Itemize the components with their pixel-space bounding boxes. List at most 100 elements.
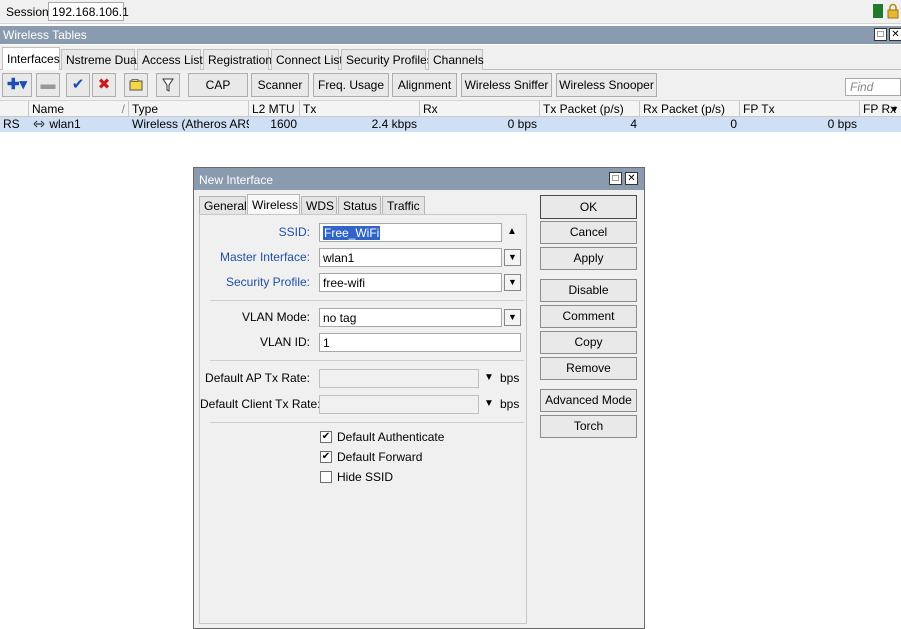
column-header-rx-packet[interactable]: Rx Packet (p/s)	[640, 101, 740, 117]
window-title: Wireless Tables	[3, 28, 87, 42]
security-profile-label: Security Profile:	[225, 275, 310, 289]
master-interface-label: Master Interface:	[219, 250, 310, 264]
column-header-type[interactable]: Type	[129, 101, 249, 117]
dialog-tab-wds[interactable]: WDS	[301, 196, 337, 215]
new-interface-dialog: New Interface □ ✕ General Wireless WDS S…	[193, 167, 645, 629]
column-header-tx[interactable]: Tx	[300, 101, 420, 117]
column-header-tx-packet[interactable]: Tx Packet (p/s)	[540, 101, 640, 117]
vlan-mode-dropdown-icon[interactable]: ▼	[504, 309, 521, 326]
table-header: Name / Type L2 MTU Tx Rx Tx Packet (p/s) …	[0, 100, 901, 117]
column-header-fp-rx[interactable]: FP Rx ▼	[860, 101, 901, 117]
session-bar: Session: 192.168.106.1	[0, 0, 901, 24]
row-tx-packet: 4	[630, 117, 637, 131]
default-client-tx-rate-dropdown-icon[interactable]: ▼	[484, 398, 494, 409]
default-ap-tx-rate-label: Default AP Tx Rate:	[205, 371, 310, 385]
add-icon[interactable]: ✚▾	[2, 73, 32, 97]
default-client-tx-rate-unit: bps	[500, 397, 520, 411]
security-profile-dropdown-icon[interactable]: ▼	[504, 274, 521, 291]
cap-button[interactable]: CAP	[188, 73, 248, 97]
tab-nstreme-dual[interactable]: Nstreme Dual	[61, 49, 139, 70]
hide-ssid-checkbox[interactable]	[320, 471, 332, 483]
close-button[interactable]: ✕	[889, 28, 901, 41]
session-label: Session:	[6, 5, 53, 19]
tabs-row: Interfaces Nstreme Dual Access List Regi…	[0, 45, 901, 71]
wireless-snooper-button[interactable]: Wireless Snooper	[556, 73, 657, 97]
tab-registration[interactable]: Registration	[203, 49, 272, 70]
connection-status-icon	[873, 4, 883, 18]
row-tx: 2.4 kbps	[371, 117, 417, 131]
lock-icon	[887, 3, 899, 19]
flags-column-header[interactable]	[0, 101, 29, 117]
cancel-button[interactable]: Cancel	[540, 221, 637, 244]
remove-icon[interactable]: ▬	[36, 73, 60, 97]
default-ap-tx-rate-input[interactable]	[319, 369, 479, 388]
wireless-settings-panel: SSID: Free_WiFi ▲ Master Interface: wlan…	[199, 214, 527, 624]
ssid-collapse-icon[interactable]: ▲	[507, 226, 517, 237]
row-name: wlan1	[29, 117, 129, 132]
freq-usage-button[interactable]: Freq. Usage	[313, 73, 389, 97]
separator	[210, 422, 524, 423]
row-l2mtu: 1600	[270, 117, 297, 131]
default-ap-tx-rate-dropdown-icon[interactable]: ▼	[484, 372, 494, 383]
dialog-tab-general[interactable]: General	[199, 196, 247, 215]
maximize-button[interactable]: □	[874, 28, 887, 41]
session-input[interactable]: 192.168.106.1	[48, 2, 129, 21]
column-header-rx[interactable]: Rx	[420, 101, 540, 117]
default-client-tx-rate-input[interactable]	[319, 395, 479, 414]
default-client-tx-rate-label: Default Client Tx Rate:	[200, 397, 321, 411]
column-header-fp-tx[interactable]: FP Tx	[740, 101, 860, 117]
dialog-close-button[interactable]: ✕	[625, 172, 638, 185]
row-type: Wireless (Atheros AR9...	[132, 117, 249, 131]
dialog-tab-wireless[interactable]: Wireless	[247, 194, 300, 215]
default-authenticate-checkbox[interactable]: ✔	[320, 431, 332, 443]
row-rx: 0 bps	[507, 117, 537, 131]
tab-access-list[interactable]: Access List	[137, 49, 203, 70]
disable-button[interactable]: Disable	[540, 279, 637, 302]
column-header-l2mtu[interactable]: L2 MTU	[249, 101, 300, 117]
vlan-mode-select[interactable]: no tag	[319, 308, 502, 327]
ok-button[interactable]: OK	[540, 195, 637, 219]
tab-security-profiles[interactable]: Security Profiles	[341, 49, 433, 70]
separator	[210, 300, 524, 301]
dialog-tab-traffic[interactable]: Traffic	[382, 196, 425, 215]
dialog-title-bar: New Interface □ ✕	[194, 168, 644, 190]
vlan-mode-label: VLAN Mode:	[241, 310, 310, 324]
separator	[210, 360, 524, 361]
toolbar: ✚▾ ▬ ✔ ✖ CAP Scanner Freq. Usage Alignme…	[0, 70, 901, 100]
advanced-mode-button[interactable]: Advanced Mode	[540, 389, 637, 412]
master-interface-select[interactable]: wlan1	[319, 248, 502, 267]
find-input[interactable]: Find	[845, 78, 901, 96]
vlan-id-input[interactable]: 1	[319, 333, 521, 352]
tab-connect-list[interactable]: Connect List	[271, 49, 343, 70]
ssid-input[interactable]: Free_WiFi	[319, 223, 502, 242]
dialog-tab-status[interactable]: Status	[338, 196, 381, 215]
filter-icon[interactable]	[156, 73, 180, 97]
wireless-interface-icon	[33, 120, 45, 128]
enable-check-icon[interactable]: ✔	[66, 73, 90, 97]
remove-button[interactable]: Remove	[540, 357, 637, 380]
master-interface-dropdown-icon[interactable]: ▼	[504, 249, 521, 266]
row-fp-tx: 0 bps	[827, 117, 857, 131]
window-title-bar: Wireless Tables □ ✕	[0, 26, 901, 44]
dialog-maximize-button[interactable]: □	[609, 172, 622, 185]
default-ap-tx-rate-unit: bps	[500, 371, 520, 385]
comment-button[interactable]: Comment	[540, 305, 637, 328]
default-forward-checkbox[interactable]: ✔	[320, 451, 332, 463]
wireless-sniffer-button[interactable]: Wireless Sniffer	[461, 73, 552, 97]
comment-icon[interactable]	[124, 73, 148, 97]
alignment-button[interactable]: Alignment	[392, 73, 457, 97]
table-row[interactable]: RS wlan1 Wireless (Atheros AR9... 1600 2…	[0, 117, 901, 132]
ssid-label: SSID:	[278, 225, 310, 239]
column-header-name[interactable]: Name /	[29, 101, 129, 117]
disable-x-icon[interactable]: ✖	[92, 73, 116, 97]
hide-ssid-label: Hide SSID	[337, 470, 394, 484]
tab-channels[interactable]: Channels	[428, 49, 484, 70]
security-profile-select[interactable]: free-wifi	[319, 273, 502, 292]
scanner-button[interactable]: Scanner	[251, 73, 309, 97]
default-forward-label: Default Forward	[337, 450, 423, 464]
default-authenticate-label: Default Authenticate	[337, 430, 445, 444]
torch-button[interactable]: Torch	[540, 415, 637, 438]
tab-interfaces[interactable]: Interfaces	[2, 47, 60, 71]
copy-button[interactable]: Copy	[540, 331, 637, 354]
apply-button[interactable]: Apply	[540, 247, 637, 270]
